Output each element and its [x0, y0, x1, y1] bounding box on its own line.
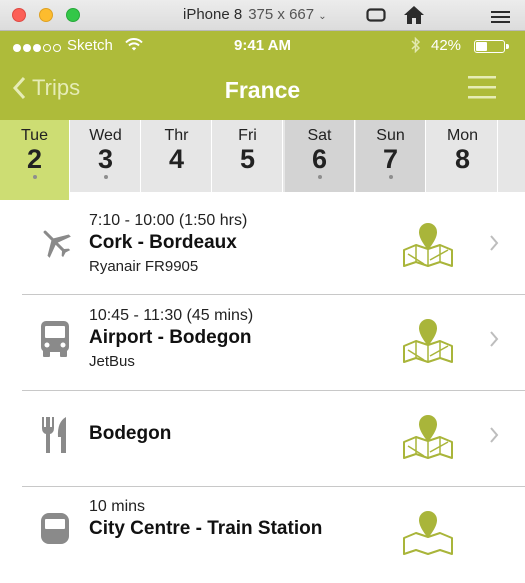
train-icon — [39, 512, 71, 555]
map-pin-icon[interactable] — [400, 508, 456, 563]
day-tab[interactable]: Wed 3 — [71, 120, 141, 192]
day-name: Tue — [21, 127, 48, 144]
item-subtitle: Ryanair FR9905 — [89, 258, 199, 275]
list-item[interactable]: 10 mins City Centre - Train Station — [0, 488, 525, 583]
day-event-dot — [103, 175, 108, 179]
day-number: 8 — [454, 144, 471, 174]
day-name: Sun — [376, 127, 405, 144]
row-divider — [22, 486, 525, 487]
row-divider — [22, 390, 525, 391]
item-title: Airport - Bodegon — [89, 327, 252, 348]
battery-icon — [474, 40, 509, 53]
map-pin-icon[interactable] — [400, 316, 456, 371]
hamburger-icon[interactable] — [491, 10, 510, 28]
day-number: 6 — [311, 144, 328, 174]
day-name: Mon — [446, 127, 479, 144]
day-number: 5 — [239, 144, 256, 174]
status-bar: Sketch 9:41 AM 42% — [0, 31, 525, 59]
device-size: 375 x 667 — [248, 6, 315, 23]
list-item[interactable]: 7:10 - 10:00 (1:50 hrs) Cork - Bordeaux … — [0, 200, 525, 295]
item-title: City Centre - Train Station — [89, 518, 323, 539]
row-divider — [22, 294, 525, 295]
item-time: 10 mins — [89, 498, 146, 515]
chevron-right-icon[interactable] — [489, 331, 499, 352]
day-tab[interactable]: T — [500, 120, 525, 192]
map-pin-icon[interactable] — [400, 220, 456, 275]
day-name: Thr — [164, 127, 189, 144]
minimize-window-button[interactable] — [39, 8, 53, 22]
day-name: Fri — [238, 127, 257, 144]
list-item[interactable]: 10:45 - 11:30 (45 mins) Airport - Bodego… — [0, 296, 525, 391]
window-titlebar: iPhone 8 375 x 667 ⌄ — [0, 0, 525, 31]
day-number: 3 — [97, 144, 114, 174]
item-subtitle: JetBus — [89, 353, 135, 370]
app-header: Sketch 9:41 AM 42% Trips France — [0, 31, 525, 120]
day-number: 4 — [168, 144, 185, 174]
day-event-dot — [317, 175, 322, 179]
day-tab[interactable]: Fri 5 — [213, 120, 283, 192]
close-window-button[interactable] — [12, 8, 26, 22]
bluetooth-icon — [411, 36, 421, 57]
battery-percentage: 42% — [431, 37, 462, 54]
menu-icon[interactable] — [468, 75, 496, 104]
home-icon[interactable] — [403, 5, 425, 30]
item-time: 7:10 - 10:00 (1:50 hrs) — [89, 212, 248, 229]
day-tab[interactable]: Sat 6 — [285, 120, 355, 192]
day-selector: Tue2 Wed3 Thr4 Fri5 Sat6 Sun7 Mon8 T — [0, 120, 525, 200]
device-selector[interactable]: iPhone 8 375 x 667 ⌄ — [183, 6, 327, 23]
day-name: Sat — [307, 127, 332, 144]
chevron-down-icon: ⌄ — [318, 11, 327, 22]
fork-knife-icon — [40, 416, 70, 459]
device-frame-icon[interactable] — [366, 8, 386, 27]
day-name: T — [500, 127, 525, 145]
device-name: iPhone 8 — [183, 6, 243, 23]
bus-icon — [39, 320, 71, 363]
day-name: Wed — [89, 127, 122, 144]
zoom-window-button[interactable] — [66, 8, 80, 22]
day-tab[interactable]: Sun 7 — [356, 120, 426, 192]
day-tab[interactable]: Mon 8 — [428, 120, 498, 192]
day-number: 7 — [382, 144, 399, 174]
day-tab[interactable]: Tue 2 — [0, 120, 70, 200]
airplane-icon — [38, 225, 74, 266]
day-event-dot — [32, 175, 37, 179]
navigation-bar: Trips France — [0, 59, 525, 120]
page-title: France — [224, 77, 301, 103]
item-time: 10:45 - 11:30 (45 mins) — [89, 307, 254, 324]
chevron-right-icon[interactable] — [489, 235, 499, 256]
day-event-dot — [388, 175, 393, 179]
item-title: Cork - Bordeaux — [89, 232, 237, 253]
map-pin-icon[interactable] — [400, 412, 456, 467]
day-number: 2 — [26, 144, 43, 174]
item-title: Bodegon — [89, 423, 172, 444]
list-item[interactable]: Bodegon — [0, 392, 525, 487]
chevron-right-icon[interactable] — [489, 427, 499, 448]
day-tab[interactable]: Thr 4 — [142, 120, 212, 192]
